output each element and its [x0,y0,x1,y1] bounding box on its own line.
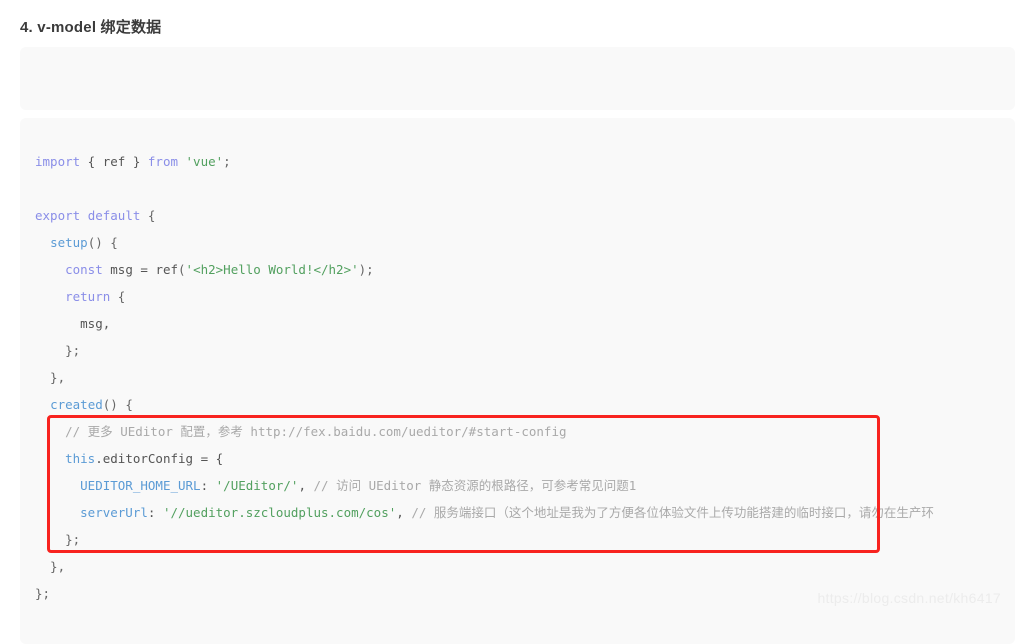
code-line-comment-ueditor-config: // 更多 UEditor 配置，参考 http://fex.baidu.com… [20,418,1015,445]
token-ueditor-home-url-5: // 访问 UEditor 静态资源的根路径，可参考常见问题1 [313,478,637,493]
token-editor-config-assign-0 [35,451,65,466]
token-close-return-0: }; [35,343,81,358]
token-msg-prop-0: msg, [35,316,111,331]
token-close-config-0: }; [35,532,81,547]
token-server-url-1: serverUrl [80,505,148,520]
token-created-2: () { [102,397,133,412]
token-const-msg-5: '<h2>Hello World!</h2>' [185,262,359,277]
code-line-return: return { [20,283,1015,310]
token-ueditor-home-url-0 [35,478,80,493]
token-server-url-0 [35,505,80,520]
token-close-setup-0: }, [35,370,66,385]
token-import-2: from [147,154,178,169]
token-setup-1: setup [50,235,88,250]
code-line-close-created: }, [20,553,1015,580]
token-editor-config-assign-1: this [65,451,96,466]
token-comment-ueditor-config-0: // 更多 UEditor 配置，参考 http://fex.baidu.com… [35,424,567,439]
code-line-editor-config-assign: this.editorConfig = { [20,445,1015,472]
token-import-4: 'vue' [185,154,224,169]
token-const-msg-3: ref [155,262,179,277]
token-created-0 [35,397,50,412]
token-created-1: created [50,397,103,412]
page-root: 4. v-model 绑定数据 <vue-ueditor-wrap v-mode… [0,0,1015,644]
code-line-created: created() { [20,391,1015,418]
code-line-ueditor-home-url: UEDITOR_HOME_URL: '/UEditor/', // 访问 UEd… [20,472,1015,499]
token-const-msg-1: const [65,262,103,277]
code-block-script[interactable]: import { ref } from 'vue'; export defaul… [20,118,1015,644]
token-import-0: import [35,154,81,169]
code-line-close-return: }; [20,337,1015,364]
code-line-setup: setup() { [20,229,1015,256]
token-setup-0 [35,235,50,250]
token-const-msg-6: ); [358,262,374,277]
code-line-close-config: }; [20,526,1015,553]
token-setup-2: () { [87,235,118,250]
token-const-msg-0 [35,262,65,277]
token-export-default-1 [80,208,88,223]
token-server-url-4: , [396,505,412,520]
code-line-const-msg: const msg = ref('<h2>Hello World!</h2>')… [20,256,1015,283]
token-return-1: return [65,289,111,304]
token-editor-config-assign-2: .editorConfig = { [95,451,224,466]
token-server-url-5: // 服务端接口（这个地址是我为了方便各位体验文件上传功能搭建的临时接口，请勿在… [411,505,934,520]
token-const-msg-2: msg = [102,262,156,277]
token-ueditor-home-url-3: '/UEditor/' [215,478,299,493]
token-server-url-2: : [147,505,163,520]
token-export-default-3: { [140,208,156,223]
token-ueditor-home-url-1: UEDITOR_HOME_URL [80,478,201,493]
code-line-blank-1 [20,175,1015,202]
token-import-3 [178,154,186,169]
token-close-export-0: }; [35,586,51,601]
token-close-created-0: }, [35,559,66,574]
token-ueditor-home-url-4: , [298,478,314,493]
token-return-0 [35,289,65,304]
code-line-msg-prop: msg, [20,310,1015,337]
token-export-default-2: default [87,208,141,223]
page-title: 4. v-model 绑定数据 [20,19,162,37]
token-import-1: { ref } [80,154,148,169]
token-server-url-3: '//ueditor.szcloudplus.com/cos' [162,505,397,520]
token-const-msg-4: ( [178,262,186,277]
token-return-2: { [110,289,126,304]
code-line-server-url: serverUrl: '//ueditor.szcloudplus.com/co… [20,499,1015,526]
code-block-template[interactable]: <vue-ueditor-wrap v-model="msg" :config=… [20,47,1015,110]
token-export-default-0: export [35,208,81,223]
code-line-import: import { ref } from 'vue'; [20,148,1015,175]
code-line-export-default: export default { [20,202,1015,229]
code-line-close-setup: }, [20,364,1015,391]
token-ueditor-home-url-2: : [200,478,216,493]
token-import-5: ; [223,154,231,169]
csdn-watermark: https://blog.csdn.net/kh6417 [817,590,1001,606]
